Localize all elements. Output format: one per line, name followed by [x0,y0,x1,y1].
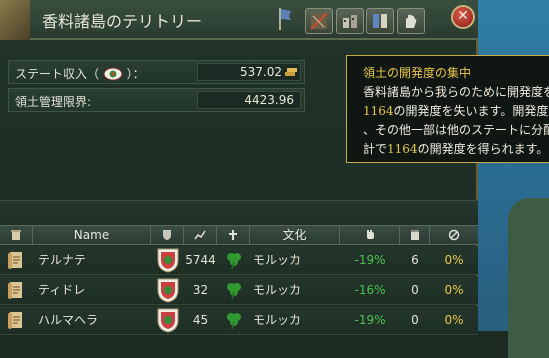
territory-window: 香料諸島のテリトリー ✕ ステート収入（ ）： 537.02 領土管理限界: 4… [0,0,478,335]
col-religion-header[interactable] [217,226,250,244]
territory-icon [310,12,328,30]
tooltip-title: 領土の開発度の集中 [363,66,472,80]
tooltip-line-4-number: 1164 [387,142,418,156]
development-value: 45 [192,313,209,327]
document-icon [410,230,419,240]
owner-shield-icon [157,308,179,333]
shield-icon [163,230,171,240]
col-culture-header[interactable]: 文化 [250,226,340,244]
col-scroll-header[interactable] [0,226,33,244]
culture-name: モルッカ [253,253,302,267]
flag-icon[interactable] [278,8,292,30]
scroll-icon[interactable] [7,280,25,300]
col-ratio-header[interactable] [430,226,478,244]
fist-icon [366,230,374,239]
table-row[interactable]: テルナテ 5744 モルッカ -19% 6 0% [0,246,478,275]
development-value: 32 [192,283,209,297]
count-value: 6 [411,253,419,267]
col-name-header[interactable]: Name [33,226,151,244]
development-value: 5744 [185,253,216,267]
tooltip-line-2-number: 1164 [363,104,394,118]
province-name[interactable]: ハルマヘラ [38,306,98,334]
modifier-percent: -19% [354,313,386,327]
province-name[interactable]: テルナテ [38,246,86,274]
buildings-icon [343,15,357,28]
state-income-row: ステート収入（ ）： 537.02 [8,60,305,84]
tooltip-line-4-suffix: の開発度を得られます。 [417,142,549,156]
culture-name: モルッカ [253,283,302,297]
governing-capacity-value: 4423.96 [244,93,294,107]
province-name[interactable]: ティドレ [38,276,85,304]
culture-name: モルッカ [253,313,302,327]
territory-button[interactable] [305,8,333,34]
table-header: Name 文化 [0,225,478,245]
tooltip-line-1: 香料諸島から我らのために開発度を [363,85,549,99]
table-row[interactable]: ティドレ 32 モルッカ -16% 0 0% [0,276,478,305]
modifier-percent: -19% [354,253,386,267]
col-count-header[interactable] [400,226,430,244]
development-chart-icon [194,230,206,240]
ratio-value: 0% [444,283,464,297]
col-unrest-header[interactable] [340,226,400,244]
ducats-icon [285,68,297,76]
ratio-value: 0% [444,313,464,327]
state-income-label: ステート収入（ [15,67,100,81]
edicts-button[interactable] [366,8,394,34]
window-title: 香料諸島のテリトリー [42,12,203,31]
no-entry-icon [448,229,460,241]
tooltip-line-3: 、その他一部は他のステートに分配 [363,123,549,137]
map-background [478,0,549,358]
income-coin-icon [103,67,123,81]
window-corner-ornament [0,0,30,40]
title-bar: 香料諸島のテリトリー ✕ [0,0,478,40]
section-divider [0,200,478,225]
cross-icon [229,230,237,240]
owner-shield-icon [157,278,179,303]
tooltip-line-2-text: の開発度を失います。開発度 [393,104,549,118]
count-value: 0 [411,283,419,297]
buildings-button[interactable] [336,8,364,34]
governing-capacity-row: 領土管理限界: 4423.96 [8,88,305,112]
scroll-icon [11,230,21,240]
col-development-header[interactable] [184,226,217,244]
scroll-icon[interactable] [7,310,25,330]
count-value: 0 [411,313,419,327]
state-income-value: 537.02 [240,65,282,79]
edicts-icon [373,14,387,28]
governing-capacity-label: 領土管理限界: [15,95,92,109]
state-income-label-end: ）： [126,67,145,81]
religion-icon [227,313,241,330]
ratio-value: 0% [444,253,464,267]
hand-icon [406,14,417,28]
hand-button[interactable] [397,8,425,34]
col-owner-header[interactable] [151,226,184,244]
development-concentration-tooltip: 領土の開発度の集中 香料諸島から我らのために開発度を 1164の開発度を失います… [346,55,549,163]
close-button[interactable]: ✕ [451,5,475,29]
owner-shield-icon [157,248,179,273]
religion-icon [227,283,241,300]
religion-icon [227,253,241,270]
modifier-percent: -16% [354,283,386,297]
scroll-icon[interactable] [7,250,25,270]
tooltip-line-4-prefix: 計で [363,142,388,156]
